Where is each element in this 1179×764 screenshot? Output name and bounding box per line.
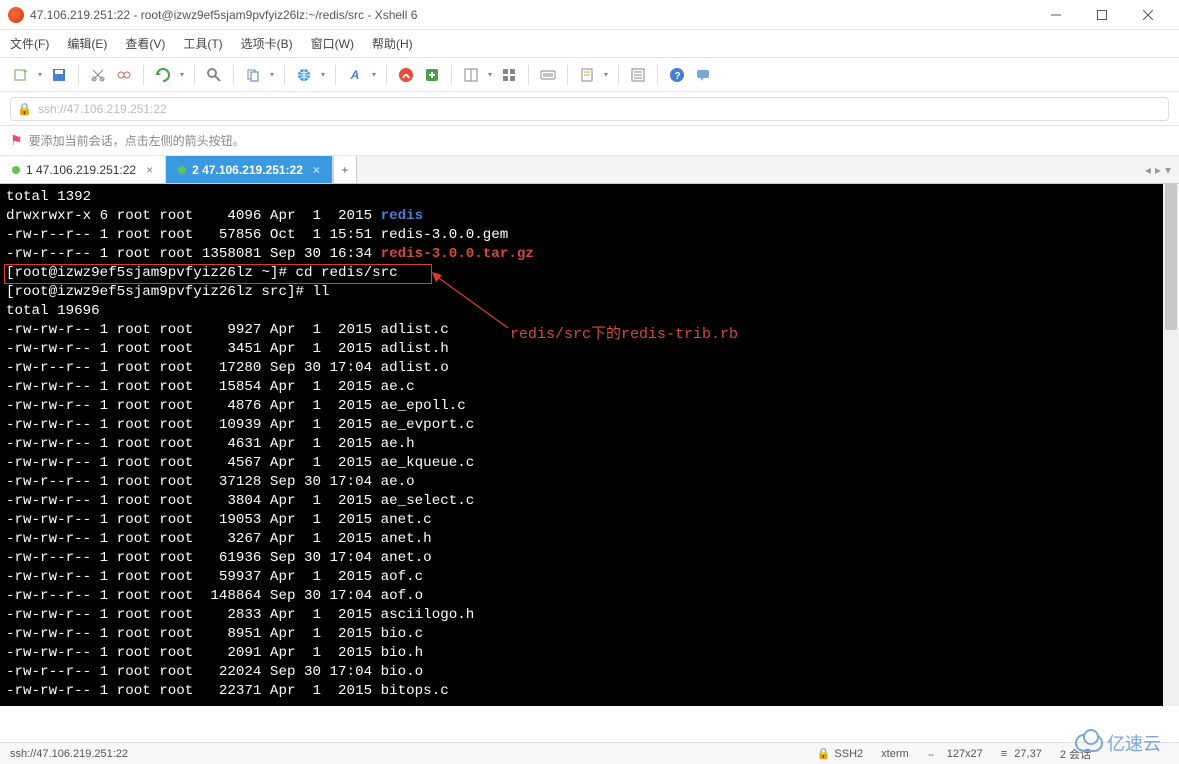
menu-help[interactable]: 帮助(H) <box>372 35 413 52</box>
separator <box>618 65 619 85</box>
status-size: ⇔ 127x27 <box>927 748 983 760</box>
archive-redis: redis-3.0.0.tar.gz <box>381 246 534 262</box>
status-pos: ≡ 27,37 <box>1001 748 1042 760</box>
lock-icon: 🔒 <box>17 102 32 116</box>
app-icon <box>8 7 24 23</box>
reconnect-icon[interactable] <box>152 64 174 86</box>
tile-icon[interactable] <box>498 64 520 86</box>
save-icon[interactable] <box>48 64 70 86</box>
annotation-text: redis/src下的redis-trib.rb <box>510 322 738 343</box>
address-text: ssh://47.106.219.251:22 <box>38 102 167 116</box>
chat-icon[interactable] <box>692 64 714 86</box>
tab-2-close-icon[interactable]: × <box>313 163 320 177</box>
separator <box>567 65 568 85</box>
tab-nav: ◂ ▸ ▾ <box>1137 156 1179 183</box>
menu-edit[interactable]: 编辑(E) <box>67 35 107 52</box>
separator <box>528 65 529 85</box>
tab-1-close-icon[interactable]: × <box>146 163 153 177</box>
window-titlebar: 47.106.219.251:22 - root@izwz9ef5sjam9pv… <box>0 0 1179 30</box>
separator <box>657 65 658 85</box>
status-dot-icon <box>178 166 186 174</box>
separator <box>451 65 452 85</box>
hint-bar: ⚑ 要添加当前会话，点击左侧的箭头按钮。 <box>0 126 1179 156</box>
xftp-icon[interactable] <box>421 64 443 86</box>
script-icon[interactable] <box>576 64 598 86</box>
tab-1[interactable]: 1 47.106.219.251:22 × <box>0 156 166 183</box>
svg-text:+: + <box>23 67 28 76</box>
tab-menu-icon[interactable]: ▾ <box>1165 163 1171 177</box>
new-session-icon[interactable]: + <box>10 64 32 86</box>
status-address: ssh://47.106.219.251:22 <box>10 748 799 760</box>
dir-redis: redis <box>381 208 424 224</box>
separator <box>335 65 336 85</box>
layout-icon[interactable] <box>460 64 482 86</box>
separator <box>284 65 285 85</box>
close-button[interactable] <box>1125 0 1171 30</box>
tab-next-icon[interactable]: ▸ <box>1155 163 1161 177</box>
hint-text: 要添加当前会话，点击左侧的箭头按钮。 <box>29 132 245 149</box>
watermark-text: 亿速云 <box>1107 730 1161 756</box>
copy-icon[interactable] <box>242 64 264 86</box>
menu-file[interactable]: 文件(F) <box>10 35 49 52</box>
status-dot-icon <box>12 166 20 174</box>
toolbar: + ▾ ▾ ▾ ▾ A ▾ ▾ ▾ ? <box>0 58 1179 92</box>
menu-view[interactable]: 查看(V) <box>125 35 165 52</box>
copy-dropdown[interactable]: ▾ <box>268 64 276 86</box>
separator <box>78 65 79 85</box>
font-dropdown[interactable]: ▾ <box>370 64 378 86</box>
separator <box>386 65 387 85</box>
window-title: 47.106.219.251:22 - root@izwz9ef5sjam9pv… <box>30 8 1033 22</box>
terminal-container: total 1392 drwxrwxr-x 6 root root 4096 A… <box>0 184 1179 706</box>
terminal-scrollbar[interactable] <box>1163 184 1179 706</box>
add-tab-button[interactable]: + <box>333 156 357 183</box>
watermark-logo: 亿速云 <box>1075 730 1161 756</box>
help-icon[interactable]: ? <box>666 64 688 86</box>
tab-prev-icon[interactable]: ◂ <box>1145 163 1151 177</box>
minimize-button[interactable] <box>1033 0 1079 30</box>
status-term: xterm <box>881 748 909 760</box>
script-dropdown[interactable]: ▾ <box>602 64 610 86</box>
status-bar: ssh://47.106.219.251:22 🔒SSH2 xterm ⇔ 12… <box>0 742 1179 764</box>
svg-text:?: ? <box>675 71 681 82</box>
separator <box>233 65 234 85</box>
flag-icon: ⚑ <box>10 132 23 149</box>
keyboard-icon[interactable] <box>537 64 559 86</box>
globe-icon[interactable] <box>293 64 315 86</box>
reconnect-dropdown[interactable]: ▾ <box>178 64 186 86</box>
cloud-icon <box>1075 734 1103 752</box>
tab-bar: 1 47.106.219.251:22 × 2 47.106.219.251:2… <box>0 156 1179 184</box>
separator <box>194 65 195 85</box>
menu-tools[interactable]: 工具(T) <box>183 35 222 52</box>
tab-2[interactable]: 2 47.106.219.251:22 × <box>166 156 333 183</box>
address-input[interactable]: 🔒 ssh://47.106.219.251:22 <box>10 97 1169 121</box>
search-icon[interactable] <box>203 64 225 86</box>
menu-window[interactable]: 窗口(W) <box>311 35 354 52</box>
layout-dropdown[interactable]: ▾ <box>486 64 494 86</box>
properties-icon[interactable] <box>627 64 649 86</box>
scrollbar-thumb[interactable] <box>1165 184 1177 330</box>
tab-1-label: 1 47.106.219.251:22 <box>26 163 136 177</box>
menu-bar: 文件(F) 编辑(E) 查看(V) 工具(T) 选项卡(B) 窗口(W) 帮助(… <box>0 30 1179 58</box>
font-icon[interactable]: A <box>344 64 366 86</box>
tab-2-label: 2 47.106.219.251:22 <box>192 163 303 177</box>
separator <box>143 65 144 85</box>
new-session-dropdown[interactable]: ▾ <box>36 64 44 86</box>
cut-icon[interactable] <box>87 64 109 86</box>
maximize-button[interactable] <box>1079 0 1125 30</box>
address-bar: 🔒 ssh://47.106.219.251:22 <box>0 92 1179 126</box>
disconnect-icon[interactable] <box>113 64 135 86</box>
menu-tabs[interactable]: 选项卡(B) <box>241 35 293 52</box>
xagent-icon[interactable] <box>395 64 417 86</box>
globe-dropdown[interactable]: ▾ <box>319 64 327 86</box>
terminal[interactable]: total 1392 drwxrwxr-x 6 root root 4096 A… <box>0 184 1163 706</box>
status-proto: 🔒SSH2 <box>817 747 863 760</box>
